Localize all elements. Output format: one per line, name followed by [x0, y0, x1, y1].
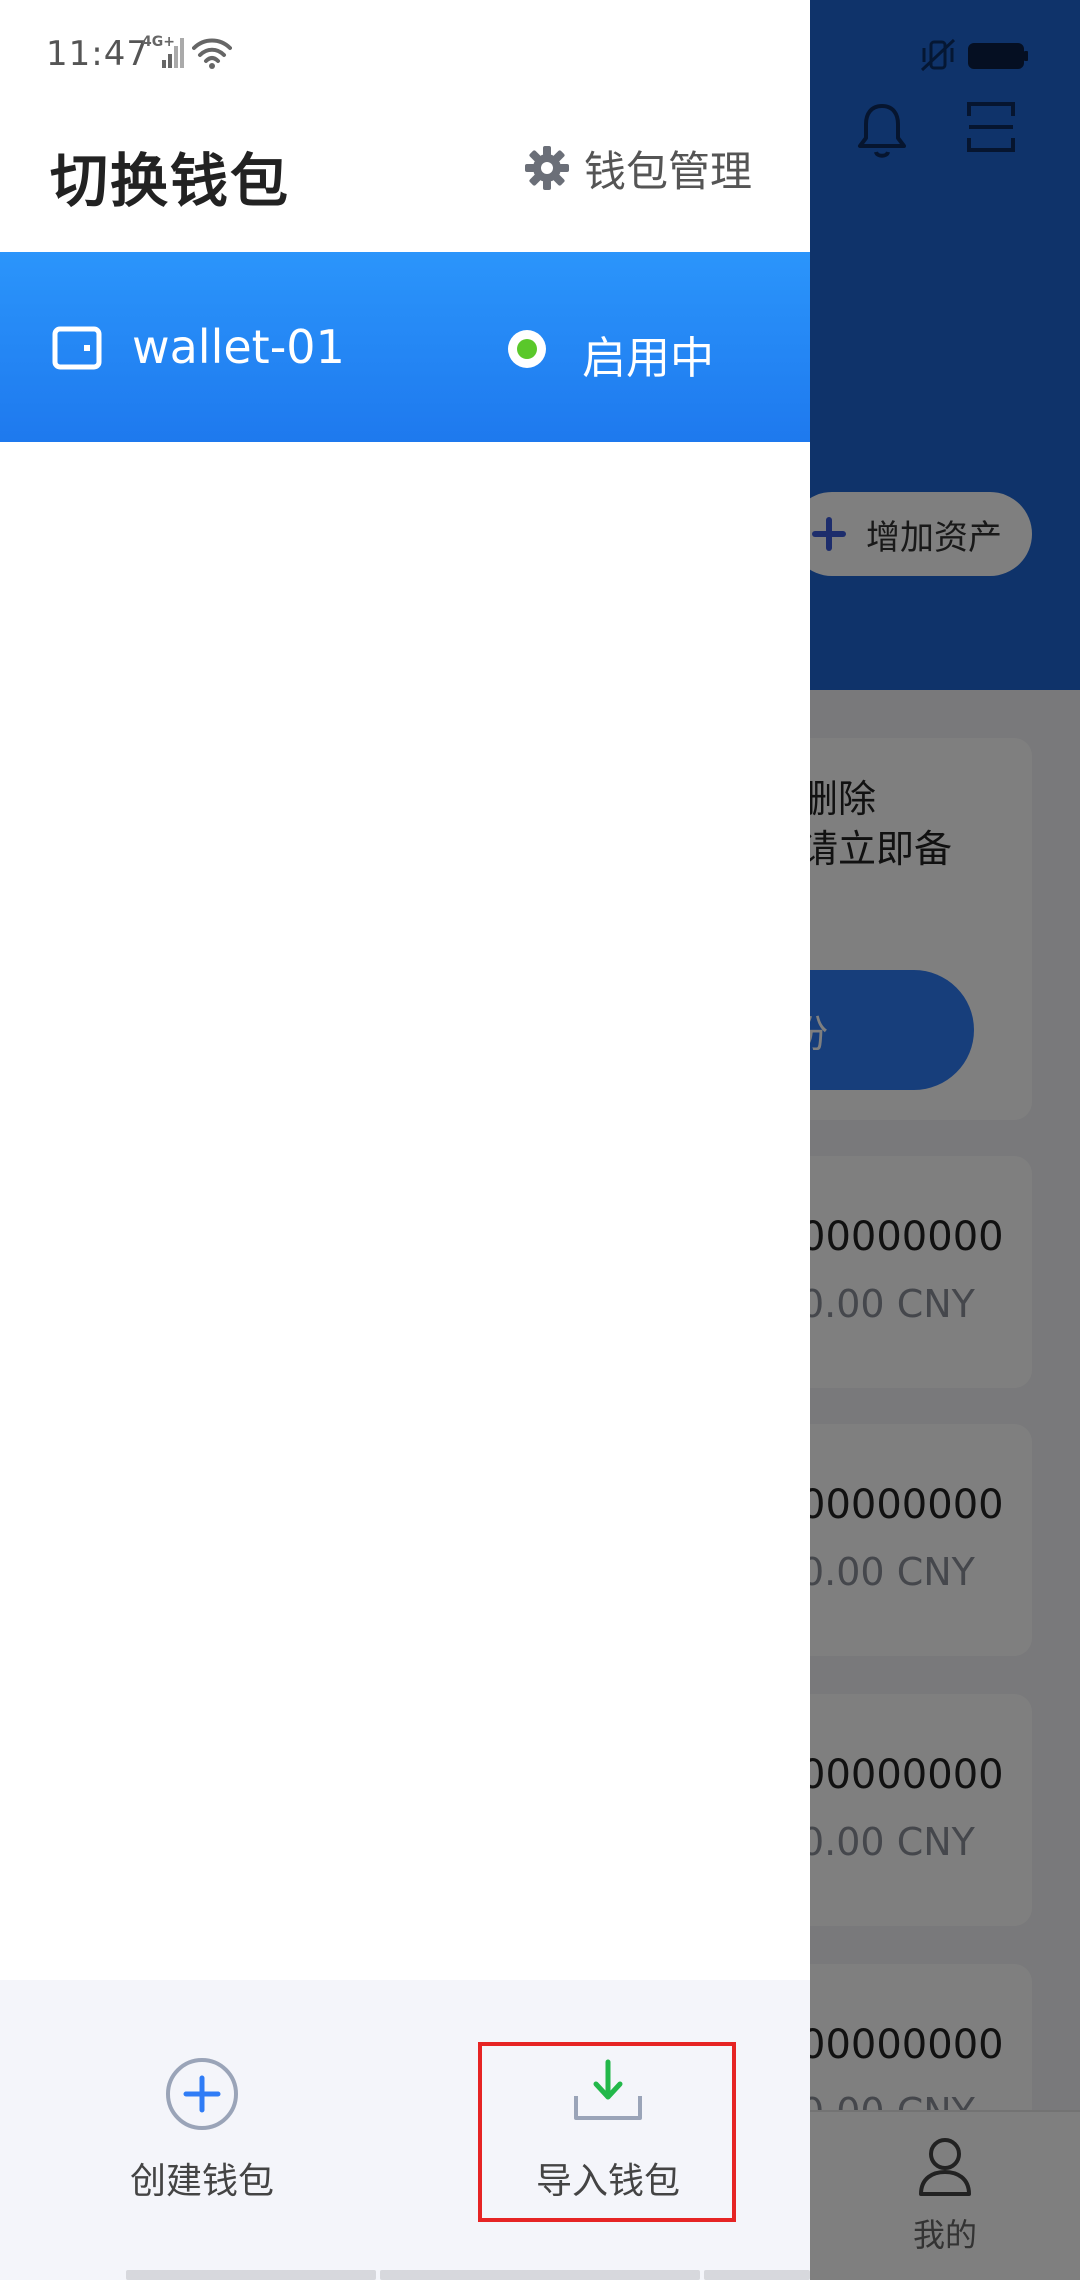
wallet-manage-button[interactable]: 钱包管理: [524, 140, 752, 196]
active-status-dot: [508, 330, 546, 368]
home-indicator-segment: [704, 2270, 810, 2280]
create-wallet-button[interactable]: 创建钱包: [72, 1980, 332, 2230]
status-time: 11:47: [46, 34, 149, 74]
wifi-icon: [192, 38, 232, 69]
cellular-signal-icon: 4G+: [142, 34, 184, 70]
wallet-manage-label: 钱包管理: [584, 146, 753, 196]
status-bar: 11:47 4G+: [0, 0, 810, 100]
screen: 增加资产 删除 请立即备 份 00000000 0.00 CNY 0000000…: [0, 0, 1080, 2280]
import-wallet-button[interactable]: 导入钱包: [478, 1980, 738, 2230]
wallet-status: 启用中: [582, 333, 714, 384]
wallet-list-item[interactable]: wallet-01 启用中: [0, 252, 810, 442]
home-indicator-segment: [380, 2270, 700, 2280]
switch-wallet-drawer: 11:47 4G+ 切换钱包 钱包管理 wallet-01 启用中 创建钱包 导…: [0, 0, 810, 2280]
wallet-icon: [52, 326, 102, 370]
plus-circle-icon: [166, 2058, 238, 2130]
import-wallet-label: 导入钱包: [535, 2161, 680, 2202]
gear-icon: [525, 146, 569, 190]
drawer-header: 切换钱包 钱包管理: [0, 100, 810, 252]
download-tray-icon: [574, 2059, 642, 2120]
wallet-name: wallet-01: [132, 320, 345, 374]
drawer-footer: 创建钱包 导入钱包: [0, 1980, 810, 2280]
home-indicator-segment: [126, 2270, 376, 2280]
drawer-title: 切换钱包: [50, 147, 291, 215]
network-type: 4G+: [142, 34, 175, 50]
create-wallet-label: 创建钱包: [129, 2161, 274, 2202]
